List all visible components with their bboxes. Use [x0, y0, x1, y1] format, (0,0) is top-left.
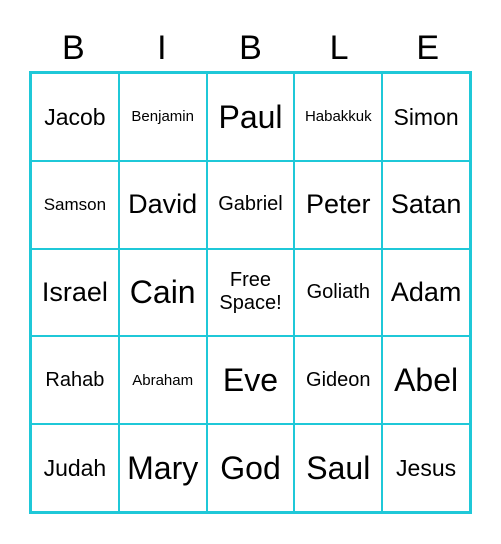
header-letter-b: B — [61, 29, 85, 67]
bingo-cell[interactable]: Adam — [382, 248, 470, 337]
bingo-cell[interactable]: Goliath — [294, 248, 383, 337]
bingo-cell[interactable]: Judah — [31, 424, 119, 512]
bingo-cell[interactable]: Mary — [118, 424, 207, 512]
header-letter-e: E — [416, 29, 440, 67]
bingo-cell[interactable]: Paul — [206, 73, 295, 161]
bingo-cell[interactable]: Saul — [294, 424, 383, 512]
header-letter-b2: B — [239, 29, 262, 67]
bingo-cell[interactable]: God — [206, 424, 295, 512]
bingo-cell[interactable]: David — [118, 160, 207, 249]
header-letter-i: I — [157, 29, 167, 67]
bingo-header: B I B L E — [29, 26, 472, 70]
bingo-cell[interactable]: Jesus — [382, 424, 470, 512]
bingo-cell[interactable]: Rahab — [31, 336, 119, 425]
bingo-cell[interactable]: Abraham — [118, 336, 207, 425]
bingo-cell[interactable]: Samson — [31, 160, 119, 249]
bingo-cell[interactable]: Gideon — [294, 336, 383, 425]
bingo-cell[interactable]: Satan — [382, 160, 470, 249]
bingo-cell[interactable]: Simon — [382, 73, 470, 161]
bingo-cell[interactable]: Abel — [382, 336, 470, 425]
bingo-grid: Jacob Benjamin Paul Habakkuk Simon Samson Davi… — [29, 71, 472, 514]
bingo-cell[interactable]: Habakkuk — [294, 73, 383, 161]
bingo-cell[interactable]: Peter — [294, 160, 383, 249]
bingo-cell[interactable]: Cain — [118, 248, 207, 337]
bingo-cell[interactable]: Benjamin — [118, 73, 207, 161]
bingo-cell[interactable]: Jacob — [31, 73, 119, 161]
bingo-cell[interactable]: Eve — [206, 336, 295, 425]
free-space-cell[interactable]: Free Space! — [206, 248, 295, 337]
bingo-cell[interactable]: Israel — [31, 248, 119, 337]
bingo-cell[interactable]: Gabriel — [206, 160, 295, 249]
header-letter-l: L — [329, 29, 349, 67]
